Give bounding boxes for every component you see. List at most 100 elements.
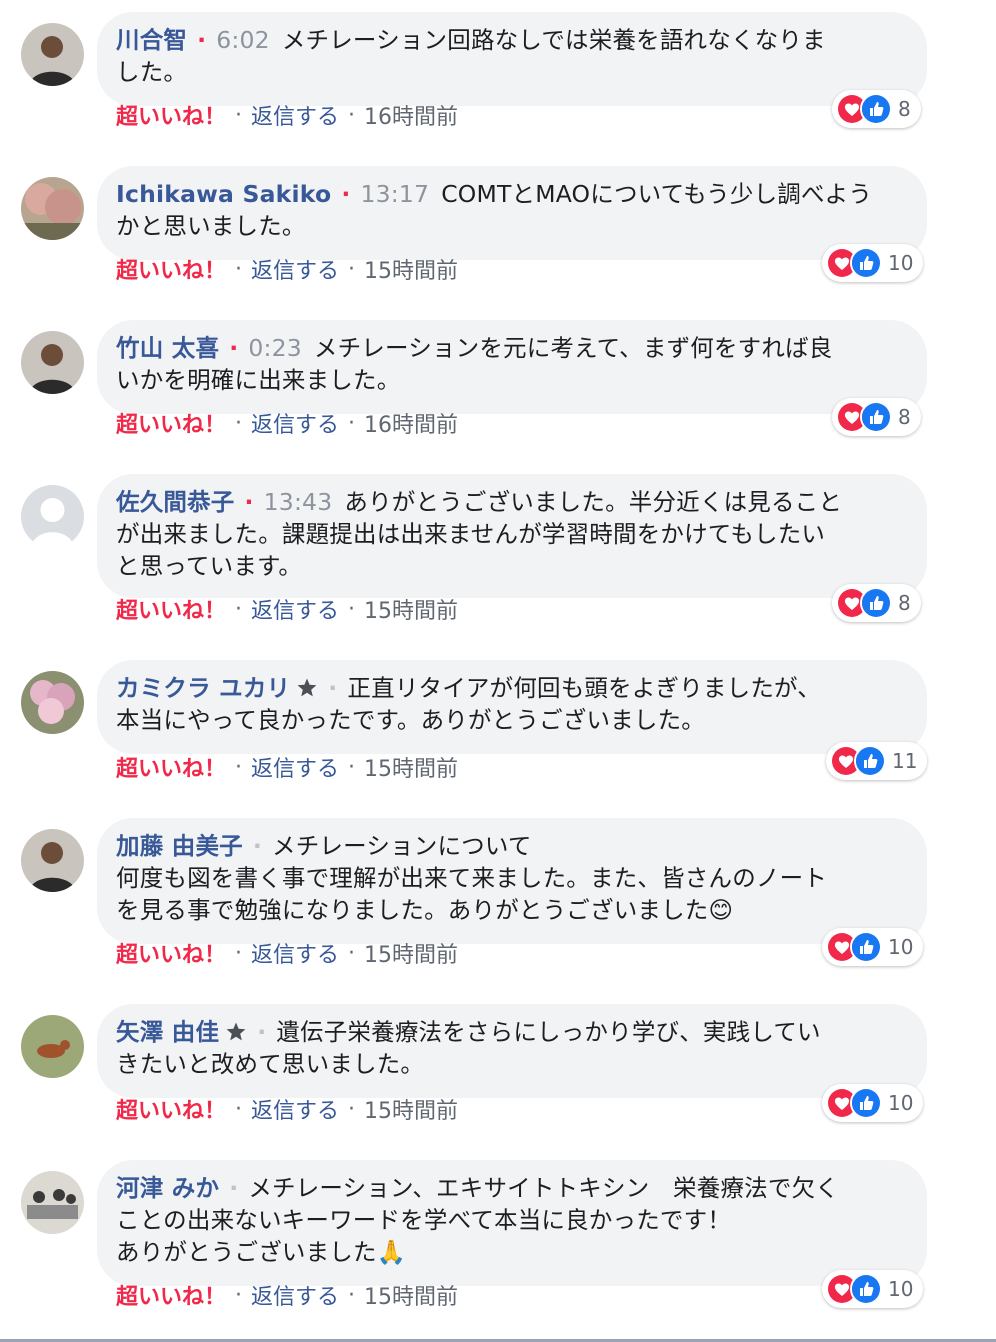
separator-dot: ·: [348, 596, 356, 622]
separator-dot: ·: [235, 754, 243, 780]
like-icon: [860, 93, 892, 125]
comment-author[interactable]: 河津 みか: [116, 1174, 219, 1202]
comment-bubble: 佐久間恭子 · 13:43 ありがとうございました。半分近くは見ること が出来ました。課…: [97, 474, 927, 598]
reactions-summary[interactable]: 10: [822, 928, 924, 966]
reply-button[interactable]: 返信する: [251, 1279, 339, 1311]
like-icon: [850, 247, 882, 279]
separator-dot: ·: [197, 26, 207, 54]
super-like-button[interactable]: 超いいね！: [116, 1093, 226, 1125]
comment-author[interactable]: 加藤 由美子: [116, 832, 243, 860]
comment-text-line: メチレーションを元に考えて、まず何をすれば良: [313, 334, 833, 362]
comment-actions: 超いいね！ · 返信する · 16時間前: [116, 99, 458, 131]
comment-author[interactable]: 川合智: [116, 26, 187, 54]
comment-actions: 超いいね！ · 返信する · 15時間前: [116, 253, 458, 285]
comment-text-line: ことの出来ないキーワードを学べて本当に良かったです！: [116, 1206, 732, 1234]
separator-dot: ·: [229, 334, 239, 362]
reactions-summary[interactable]: 10: [822, 244, 924, 282]
reactions-summary[interactable]: 10: [822, 1270, 924, 1308]
comment-text-line: ありがとうございました。半分近くは見ること: [344, 488, 843, 516]
comment-author[interactable]: 佐久間恭子: [116, 488, 235, 516]
separator-dot: ·: [235, 940, 243, 966]
separator-dot: ·: [257, 1018, 267, 1046]
comment-actions: 超いいね！ · 返信する · 16時間前: [116, 407, 458, 439]
video-timestamp[interactable]: 13:43: [264, 488, 333, 516]
comment-text-line: きたいと改めて思いました。: [116, 1050, 425, 1078]
super-like-button[interactable]: 超いいね！: [116, 99, 226, 131]
comment-author[interactable]: 矢澤 由佳: [116, 1018, 219, 1046]
comment-bubble: 矢澤 由佳 · 遺伝子栄養療法をさらにしっかり学び、実践してい きたいと改めて思いまし…: [97, 1004, 927, 1098]
comment-text-line: メチレーションについて: [272, 832, 532, 860]
separator-dot: ·: [229, 1174, 239, 1202]
super-like-button[interactable]: 超いいね！: [116, 253, 226, 285]
video-timestamp[interactable]: 6:02: [216, 26, 270, 54]
comment-age-link[interactable]: 15時間前: [364, 937, 458, 969]
comment-age-link[interactable]: 15時間前: [364, 593, 458, 625]
avatar[interactable]: [21, 485, 84, 548]
avatar[interactable]: [21, 671, 84, 734]
reactions-summary[interactable]: 8: [832, 398, 921, 436]
separator-dot: ·: [244, 488, 254, 516]
comment-text-line: メチレーション回路なしでは栄養を語れなくなりま: [281, 26, 826, 54]
separator-dot: ·: [348, 940, 356, 966]
comment-age-link[interactable]: 15時間前: [364, 751, 458, 783]
comment-age-link[interactable]: 16時間前: [364, 99, 458, 131]
reaction-count: 10: [888, 935, 914, 959]
reply-button[interactable]: 返信する: [251, 407, 339, 439]
reply-button[interactable]: 返信する: [251, 937, 339, 969]
reaction-count: 8: [898, 97, 911, 121]
separator-dot: ·: [235, 596, 243, 622]
reaction-count: 10: [888, 1277, 914, 1301]
avatar[interactable]: [21, 829, 84, 892]
comment-actions: 超いいね！ · 返信する · 15時間前: [116, 593, 458, 625]
separator-dot: ·: [348, 102, 356, 128]
comment-bubble: カミクラ ユカリ · 正直リタイアが何回も頭をよぎりましたが、 本当にやって良かったで…: [97, 660, 927, 754]
comment-author[interactable]: カミクラ ユカリ: [116, 674, 290, 702]
separator-dot: ·: [235, 102, 243, 128]
comment-author[interactable]: 竹山 太喜: [116, 334, 219, 362]
comment-text-line: 正直リタイアが何回も頭をよぎりましたが、: [347, 674, 821, 702]
super-like-button[interactable]: 超いいね！: [116, 407, 226, 439]
reply-button[interactable]: 返信する: [251, 1093, 339, 1125]
video-timestamp[interactable]: 13:17: [360, 180, 429, 208]
reactions-summary[interactable]: 11: [826, 742, 928, 780]
separator-dot: ·: [235, 1096, 243, 1122]
separator-dot: ·: [252, 832, 263, 860]
video-timestamp[interactable]: 0:23: [248, 334, 302, 362]
comment-text-line: した。: [116, 58, 188, 86]
comment-age-link[interactable]: 16時間前: [364, 407, 458, 439]
like-icon: [860, 401, 892, 433]
top-fan-star-icon: [296, 677, 318, 699]
comment-bubble: 川合智 · 6:02 メチレーション回路なしでは栄養を語れなくなりました。: [97, 12, 927, 106]
separator-dot: ·: [235, 256, 243, 282]
comment-author[interactable]: Ichikawa Sakiko: [116, 180, 331, 208]
avatar[interactable]: [21, 1171, 84, 1234]
separator-dot: ·: [328, 674, 338, 702]
reaction-count: 11: [892, 749, 918, 773]
avatar[interactable]: [21, 1015, 84, 1078]
reactions-summary[interactable]: 10: [822, 1084, 924, 1122]
comment-actions: 超いいね！ · 返信する · 15時間前: [116, 1093, 458, 1125]
comment-age-link[interactable]: 15時間前: [364, 1279, 458, 1311]
avatar[interactable]: [21, 331, 84, 394]
reactions-summary[interactable]: 8: [832, 90, 921, 128]
super-like-button[interactable]: 超いいね！: [116, 593, 226, 625]
reply-button[interactable]: 返信する: [251, 99, 339, 131]
super-like-button[interactable]: 超いいね！: [116, 751, 226, 783]
comment-age-link[interactable]: 15時間前: [364, 1093, 458, 1125]
comment-age-link[interactable]: 15時間前: [364, 253, 458, 285]
comment-text-line: かと思いました。: [116, 212, 306, 240]
separator-dot: ·: [348, 410, 356, 436]
super-like-button[interactable]: 超いいね！: [116, 937, 226, 969]
like-icon: [850, 1273, 882, 1305]
like-icon: [860, 587, 892, 619]
separator-dot: ·: [235, 1282, 243, 1308]
super-like-button[interactable]: 超いいね！: [116, 1279, 226, 1311]
reply-button[interactable]: 返信する: [251, 593, 339, 625]
reply-button[interactable]: 返信する: [251, 751, 339, 783]
avatar[interactable]: [21, 177, 84, 240]
avatar[interactable]: [21, 23, 84, 86]
reply-button[interactable]: 返信する: [251, 253, 339, 285]
like-icon: [850, 931, 882, 963]
reactions-summary[interactable]: 8: [832, 584, 921, 622]
separator-dot: ·: [348, 1282, 356, 1308]
